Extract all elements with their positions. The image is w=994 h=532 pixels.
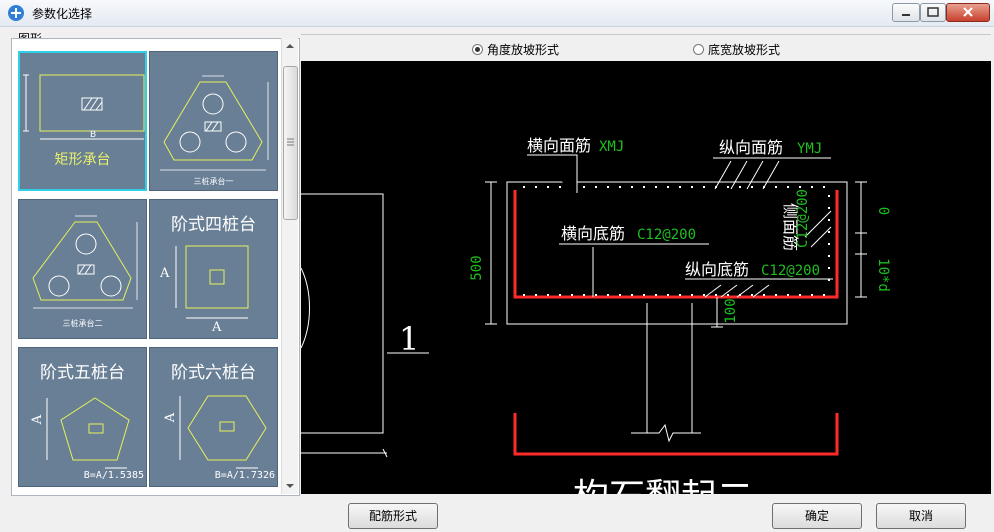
close-icon[interactable] bbox=[946, 3, 990, 22]
title-bar: 参数化选择 bbox=[0, 0, 994, 27]
tile-step-four-pile[interactable]: 阶式四桩台 A A bbox=[149, 199, 278, 339]
radio-angle-slope[interactable]: 角度放坡形式 bbox=[472, 41, 559, 58]
radio-width-slope-label: 底宽放坡形式 bbox=[708, 43, 781, 57]
three-pile-1-diagram bbox=[160, 75, 269, 171]
tile-three-pile-2-label: 三桩承台二 bbox=[62, 319, 103, 328]
minimize-icon[interactable] bbox=[892, 3, 920, 22]
dim-100: 100 bbox=[723, 298, 739, 323]
scroll-thumb[interactable] bbox=[283, 66, 298, 220]
label-v-bottom: 纵向底筋 bbox=[685, 260, 749, 279]
label-v-top: 纵向面筋 bbox=[719, 138, 783, 157]
tile-step-five-pile[interactable]: 阶式五桩台 A B=A/1.5385 bbox=[18, 347, 147, 487]
section-mark: 1 bbox=[399, 320, 419, 358]
window-title: 参数化选择 bbox=[32, 7, 93, 21]
scroll-down-icon[interactable] bbox=[282, 478, 298, 494]
dim-0: 0 bbox=[875, 207, 891, 215]
drawing-canvas: 1 横向面筋 XMJ 纵向面筋 YMJ 横向底筋 C12@200 纵向底筋 C1… bbox=[301, 61, 991, 494]
radio-width-slope[interactable]: 底宽放坡形式 bbox=[693, 41, 780, 58]
rebar-drawing: 1 横向面筋 XMJ 纵向面筋 YMJ 横向底筋 C12@200 纵向底筋 C1… bbox=[301, 136, 891, 494]
radio-selected-icon[interactable] bbox=[472, 44, 483, 55]
label-side-code: C12@200 bbox=[795, 189, 811, 248]
label-v-top-code: YMJ bbox=[797, 141, 822, 157]
tile-step-five-formula: B=A/1.5385 bbox=[83, 470, 144, 481]
dim-500: 500 bbox=[469, 255, 485, 280]
scroll-up-icon[interactable] bbox=[282, 38, 298, 54]
tile-rect-cap-label: 矩形承台 bbox=[54, 152, 111, 168]
rect-cap-dim-b: B bbox=[90, 130, 96, 140]
cancel-button[interactable]: 取消 bbox=[876, 503, 966, 529]
tile-step-six-dim-a: A bbox=[163, 412, 179, 423]
ok-button[interactable]: 确定 bbox=[772, 503, 862, 529]
tile-step-six-pile[interactable]: 阶式六桩台 A B=A/1.7326 bbox=[149, 347, 278, 487]
radio-unselected-icon[interactable] bbox=[693, 44, 704, 55]
label-h-bottom-code: C12@200 bbox=[637, 227, 696, 243]
label-h-top-code: XMJ bbox=[599, 139, 624, 155]
tile-step-five-dim-a: A bbox=[30, 414, 46, 425]
slope-options-bar: 角度放坡形式 底宽放坡形式 bbox=[301, 34, 991, 61]
tile-step-four-dim-a: A bbox=[160, 266, 170, 281]
radio-angle-slope-label: 角度放坡形式 bbox=[487, 43, 560, 57]
button-bar: 配筋形式 确定 取消 bbox=[11, 496, 991, 532]
tile-step-four-dim-a2: A bbox=[212, 320, 222, 335]
bottom-caption: 构石翻起二 bbox=[573, 477, 753, 494]
maximize-icon[interactable] bbox=[920, 3, 946, 22]
tile-three-pile-2[interactable]: 三桩承台二 bbox=[18, 199, 147, 339]
tile-step-six-formula: B=A/1.7326 bbox=[214, 470, 275, 481]
tile-rect-cap[interactable]: B 矩形承台 bbox=[18, 51, 147, 191]
tile-three-pile-1-label: 三桩承台一 bbox=[193, 177, 234, 186]
label-v-bottom-code: C12@200 bbox=[761, 263, 820, 279]
tile-three-pile-1[interactable]: 三桩承台一 bbox=[149, 51, 278, 191]
dim-10d: 10*d bbox=[875, 258, 891, 292]
rebar-form-button[interactable]: 配筋形式 bbox=[348, 503, 438, 529]
shape-list-scrollbar[interactable] bbox=[281, 38, 298, 494]
label-h-top: 横向面筋 bbox=[527, 136, 591, 155]
app-icon bbox=[8, 5, 24, 21]
shape-list: B 矩形承台 三桩承台一 三桩承台二 阶式四桩台 A A 阶式五桩台 A B=A… bbox=[11, 38, 300, 496]
label-h-bottom: 横向底筋 bbox=[561, 224, 625, 243]
